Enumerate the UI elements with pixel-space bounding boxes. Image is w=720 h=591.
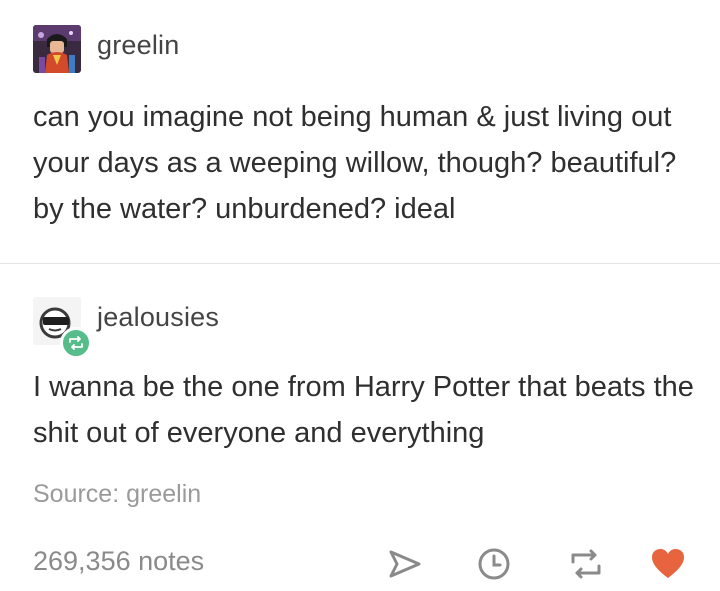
notes-count[interactable]: 269,356 notes	[33, 546, 204, 577]
clock-icon[interactable]	[476, 546, 512, 582]
original-post: greelin can you imagine not being human …	[0, 0, 720, 262]
avatar[interactable]	[33, 25, 81, 73]
username[interactable]: greelin	[97, 30, 179, 61]
username[interactable]: jealousies	[97, 302, 219, 333]
heart-icon[interactable]	[650, 546, 686, 582]
post-text: can you imagine not being human & just l…	[33, 101, 677, 225]
post-text: I wanna be the one from Harry Potter tha…	[33, 371, 694, 449]
reblog-icon[interactable]	[568, 546, 604, 582]
source-link[interactable]: Source: greelin	[33, 480, 201, 509]
share-icon[interactable]	[387, 546, 423, 582]
reblog-badge-icon	[60, 327, 92, 359]
